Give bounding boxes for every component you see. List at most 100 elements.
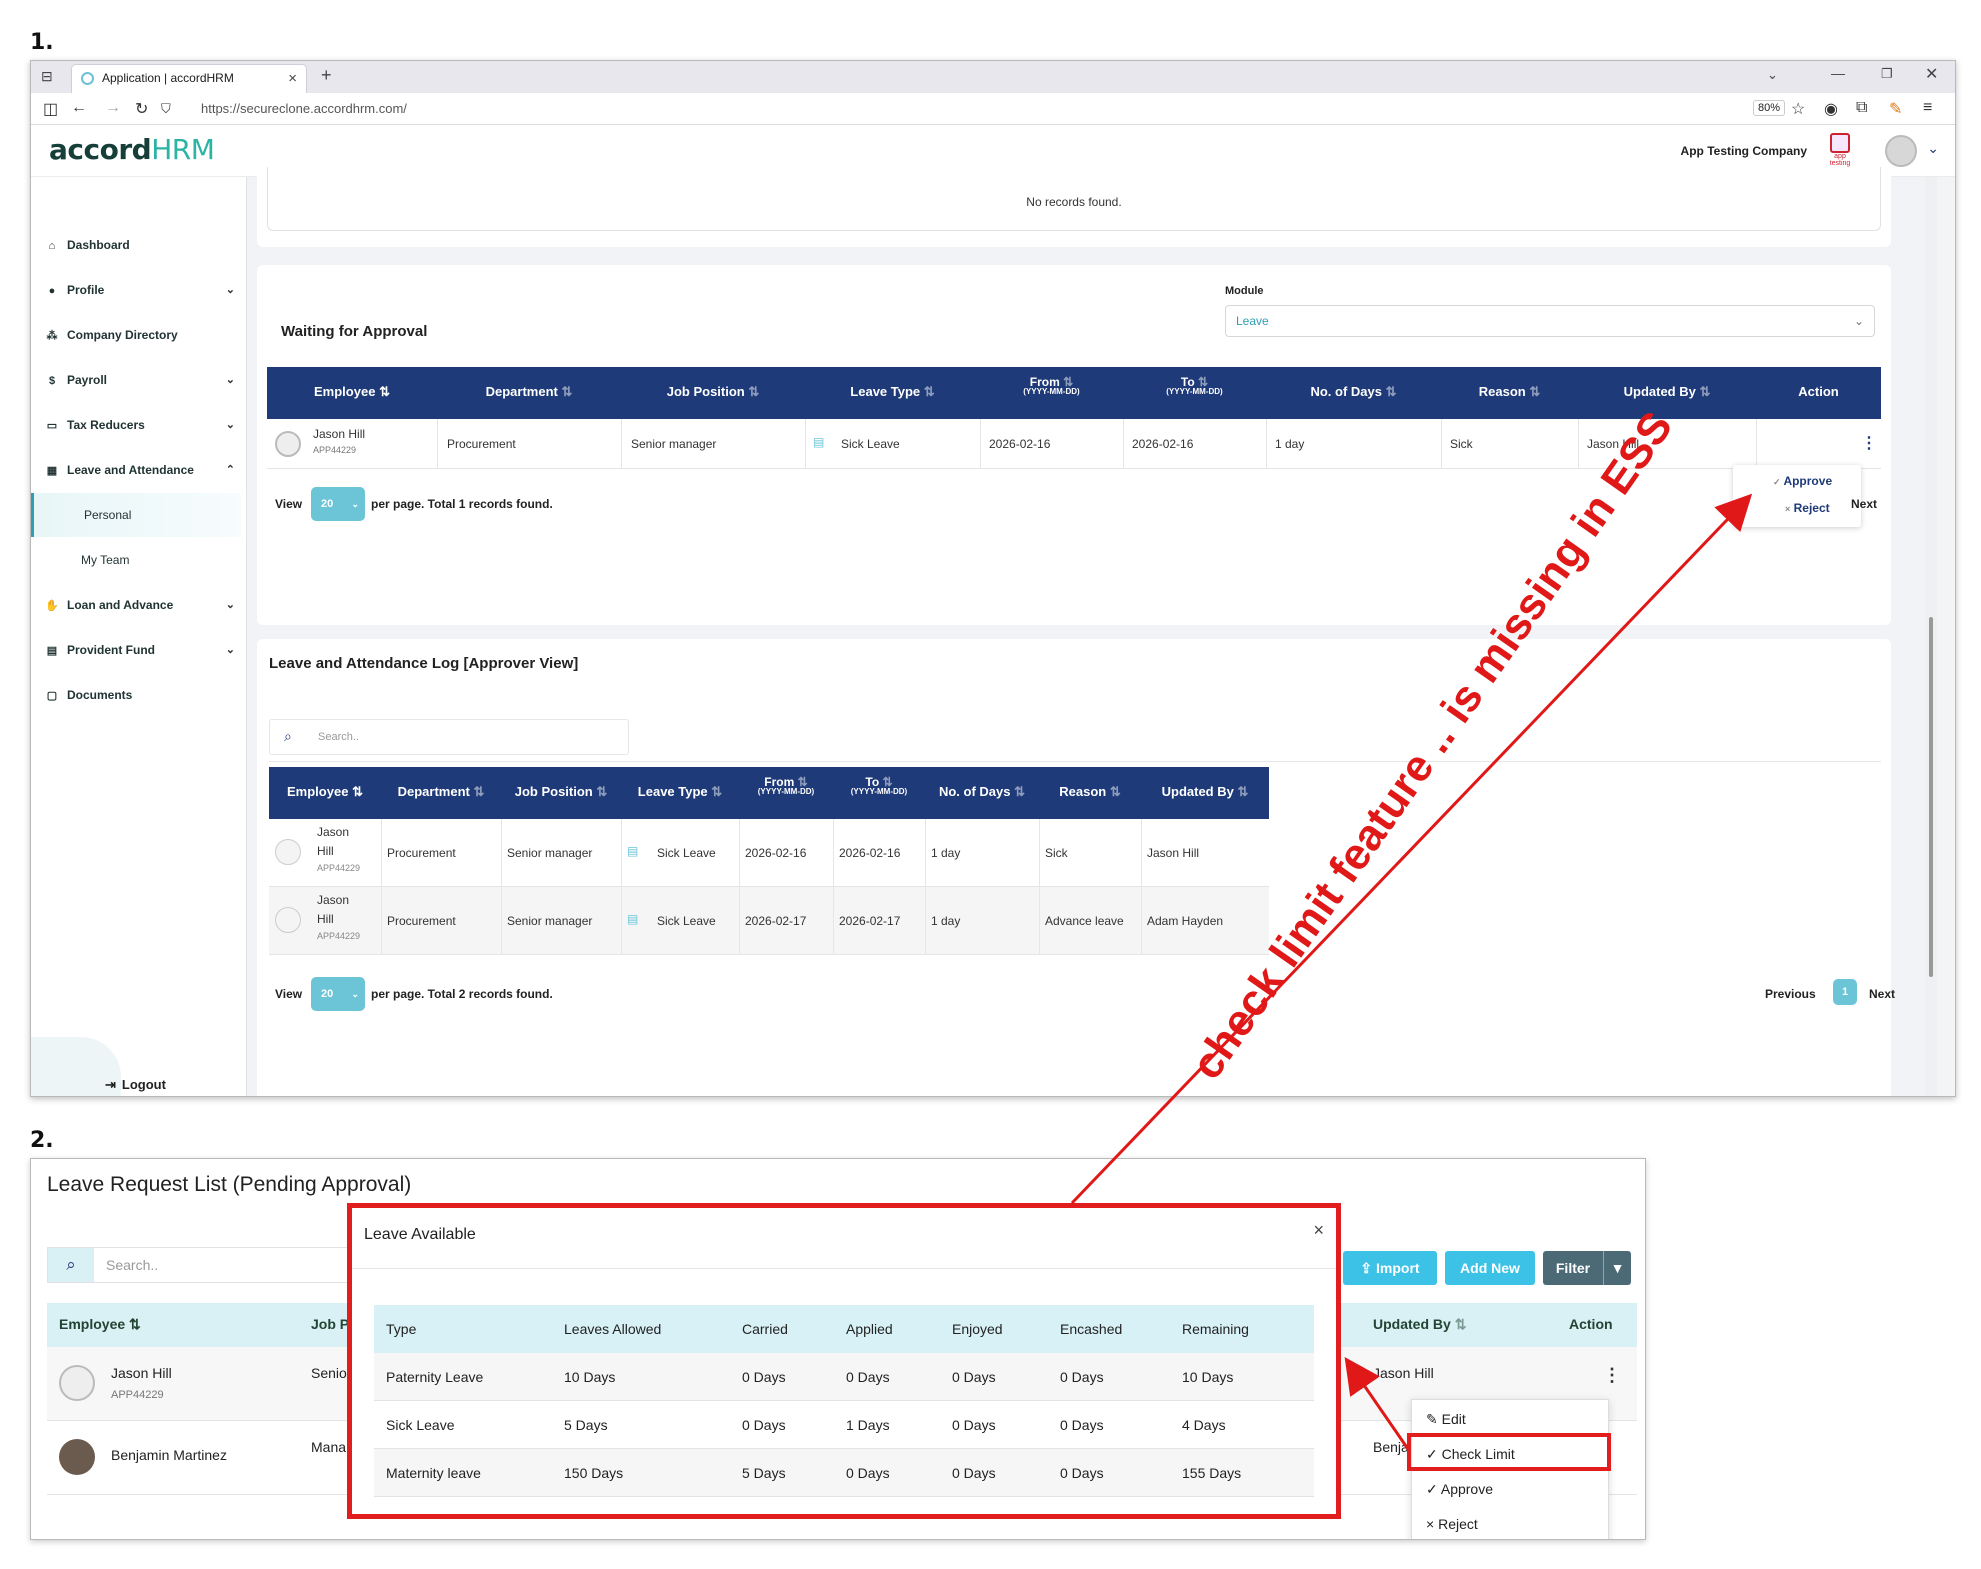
tab-list-icon[interactable]: ⊟ bbox=[41, 68, 53, 85]
to-cell: 2026-02-16 bbox=[1132, 437, 1194, 451]
kebab-menu-icon[interactable]: ⋮ bbox=[1861, 433, 1877, 453]
employee-last-name: Hill bbox=[317, 912, 334, 926]
sidebar-subitem-my-team[interactable]: My Team bbox=[31, 538, 241, 582]
chevron-down-icon: ⌄ bbox=[351, 989, 359, 999]
previous-page-link[interactable]: Previous bbox=[1765, 987, 1816, 1001]
th-label: Updated By bbox=[1161, 784, 1234, 799]
scrollbar-thumb[interactable] bbox=[1929, 617, 1933, 977]
th-job-position[interactable]: Job Position ⇅ bbox=[621, 384, 805, 400]
th-to[interactable]: To ⇅ (YYYY-MM-DD) bbox=[833, 775, 925, 796]
close-icon[interactable]: × bbox=[1313, 1220, 1324, 1241]
kebab-menu-icon[interactable]: ⋮ bbox=[1603, 1365, 1621, 1386]
sidebar-item-label: Company Directory bbox=[67, 328, 178, 342]
next-page-link[interactable]: Next bbox=[1869, 987, 1895, 1001]
th-employee[interactable]: Employee ⇅ bbox=[59, 1316, 141, 1333]
minimize-icon[interactable]: — bbox=[1831, 65, 1845, 81]
sidebar-item-tax-reducers[interactable]: ▭ Tax Reducers ⌄ bbox=[45, 412, 241, 438]
sidebar-item-provident-fund[interactable]: ▤ Provident Fund ⌄ bbox=[45, 637, 241, 663]
th-employee[interactable]: Employee ⇅ bbox=[269, 784, 381, 800]
sidebar-item-company-directory[interactable]: ⁂ Company Directory bbox=[45, 322, 241, 348]
addon-icon[interactable]: ✎ bbox=[1889, 99, 1902, 119]
th-no-of-days[interactable]: No. of Days ⇅ bbox=[925, 784, 1039, 800]
th-updated-by[interactable]: Updated By ⇅ bbox=[1578, 384, 1756, 400]
th-from[interactable]: From ⇅ (YYYY-MM-DD) bbox=[739, 775, 833, 796]
th-leave-type[interactable]: Leave Type ⇅ bbox=[621, 784, 739, 800]
window-close-icon[interactable]: ✕ bbox=[1925, 64, 1938, 84]
th-leave-type[interactable]: Leave Type ⇅ bbox=[805, 384, 980, 400]
site-favicon-icon bbox=[81, 72, 94, 85]
next-page-link[interactable]: Next bbox=[1851, 497, 1877, 511]
accordhrm-logo[interactable]: accordHRM bbox=[49, 133, 215, 166]
zoom-level[interactable]: 80% bbox=[1753, 100, 1786, 116]
approve-menu-item[interactable]: ✓ Approve bbox=[1426, 1472, 1493, 1506]
tab-dropdown-icon[interactable]: ⌄ bbox=[1767, 67, 1778, 83]
col-divider bbox=[1441, 419, 1442, 469]
page-size-select[interactable]: 20 ⌄ bbox=[311, 487, 365, 521]
th-updated-by[interactable]: Updated By ⇅ bbox=[1141, 784, 1269, 800]
edit-menu-item[interactable]: ✎ Edit bbox=[1426, 1402, 1466, 1436]
sidebar-item-loan-advance[interactable]: ✋ Loan and Advance ⌄ bbox=[45, 592, 241, 618]
new-tab-icon[interactable]: + bbox=[321, 65, 332, 86]
account-icon[interactable]: ◉ bbox=[1824, 99, 1838, 119]
shield-icon[interactable]: ⛉ bbox=[161, 101, 171, 117]
module-select[interactable]: Leave ⌄ bbox=[1225, 305, 1875, 337]
sidebar-item-documents[interactable]: ▢ Documents bbox=[45, 682, 241, 708]
log-search-input[interactable]: ⌕ Search.. bbox=[269, 719, 629, 755]
th-reason[interactable]: Reason ⇅ bbox=[1039, 784, 1141, 800]
x-icon: × bbox=[1785, 504, 1791, 514]
sidebar-item-dashboard[interactable]: ⌂ Dashboard bbox=[45, 232, 241, 258]
add-new-button[interactable]: Add New bbox=[1445, 1251, 1535, 1285]
filter-button[interactable]: Filter ▼ bbox=[1543, 1251, 1631, 1285]
menu-icon[interactable]: ≡ bbox=[1923, 99, 1932, 117]
sidebar-subitem-personal[interactable]: Personal bbox=[31, 493, 241, 537]
forward-icon[interactable]: → bbox=[105, 99, 121, 117]
restore-icon[interactable]: ❐ bbox=[1881, 66, 1893, 82]
sidebar-item-profile[interactable]: ● Profile ⌄ bbox=[45, 277, 241, 303]
from-cell: 2026-02-17 bbox=[745, 914, 807, 928]
th-updated-by[interactable]: Updated By ⇅ bbox=[1373, 1316, 1466, 1333]
user-menu-chevron-icon[interactable]: ⌄ bbox=[1927, 140, 1939, 157]
close-tab-icon[interactable]: × bbox=[288, 65, 297, 92]
leave-type-cell: Sick Leave bbox=[657, 914, 716, 928]
sidebar-item-payroll[interactable]: $ Payroll ⌄ bbox=[45, 367, 241, 393]
th-department[interactable]: Department ⇅ bbox=[381, 784, 501, 800]
leave-type-cell: Sick Leave bbox=[841, 437, 900, 451]
back-icon[interactable]: ← bbox=[71, 99, 87, 117]
col-divider bbox=[1039, 887, 1040, 955]
user-avatar[interactable] bbox=[1885, 135, 1917, 167]
th-job-position[interactable]: Job P bbox=[311, 1316, 349, 1332]
sort-icon: ⇅ bbox=[1237, 784, 1249, 799]
page-size-select[interactable]: 20 ⌄ bbox=[311, 977, 365, 1011]
bookmark-star-icon[interactable]: ☆ bbox=[1791, 99, 1805, 119]
th-department[interactable]: Department ⇅ bbox=[437, 384, 621, 400]
import-button[interactable]: ⇪ Import bbox=[1343, 1251, 1437, 1285]
th-from[interactable]: From ⇅ (YYYY-MM-DD) bbox=[980, 375, 1123, 396]
th-label: Leave Type bbox=[850, 384, 921, 399]
approve-menu-item[interactable]: ✓ Approve bbox=[1773, 474, 1832, 488]
extensions-icon[interactable]: ⧉ bbox=[1856, 99, 1867, 117]
th-reason[interactable]: Reason ⇅ bbox=[1441, 384, 1578, 400]
sidebar-toggle-icon[interactable]: ◫ bbox=[43, 99, 58, 119]
avatar bbox=[59, 1439, 95, 1475]
th-job-position[interactable]: Job Position ⇅ bbox=[501, 784, 621, 800]
address-bar[interactable]: https://secureclone.accordhrm.com/ bbox=[201, 99, 1781, 119]
reject-menu-item[interactable]: × Reject bbox=[1785, 501, 1830, 515]
waiting-approval-title: Waiting for Approval bbox=[281, 323, 428, 340]
reload-icon[interactable]: ↻ bbox=[135, 99, 148, 119]
th-label: No. of Days bbox=[1310, 384, 1382, 399]
cell-applied: 0 Days bbox=[846, 1369, 890, 1385]
browser-tab[interactable]: Application | accordHRM × bbox=[71, 64, 307, 93]
page-number-button[interactable]: 1 bbox=[1833, 979, 1857, 1005]
th-label: Leave Type bbox=[637, 784, 708, 799]
chevron-down-icon: ⌄ bbox=[225, 284, 235, 296]
th-employee[interactable]: Employee ⇅ bbox=[267, 384, 437, 400]
sidebar-item-label: Dashboard bbox=[67, 238, 130, 252]
reject-menu-item[interactable]: × Reject bbox=[1426, 1507, 1478, 1539]
th-applied: Applied bbox=[846, 1321, 893, 1337]
logout-button[interactable]: ⇥ Logout bbox=[105, 1077, 166, 1093]
th-no-of-days[interactable]: No. of Days ⇅ bbox=[1266, 384, 1441, 400]
col-divider bbox=[381, 887, 382, 955]
sidebar-item-leave-attendance[interactable]: ▦ Leave and Attendance ⌃ bbox=[45, 457, 241, 483]
th-to[interactable]: To ⇅ (YYYY-MM-DD) bbox=[1123, 375, 1266, 396]
th-label: Employee bbox=[314, 384, 376, 399]
